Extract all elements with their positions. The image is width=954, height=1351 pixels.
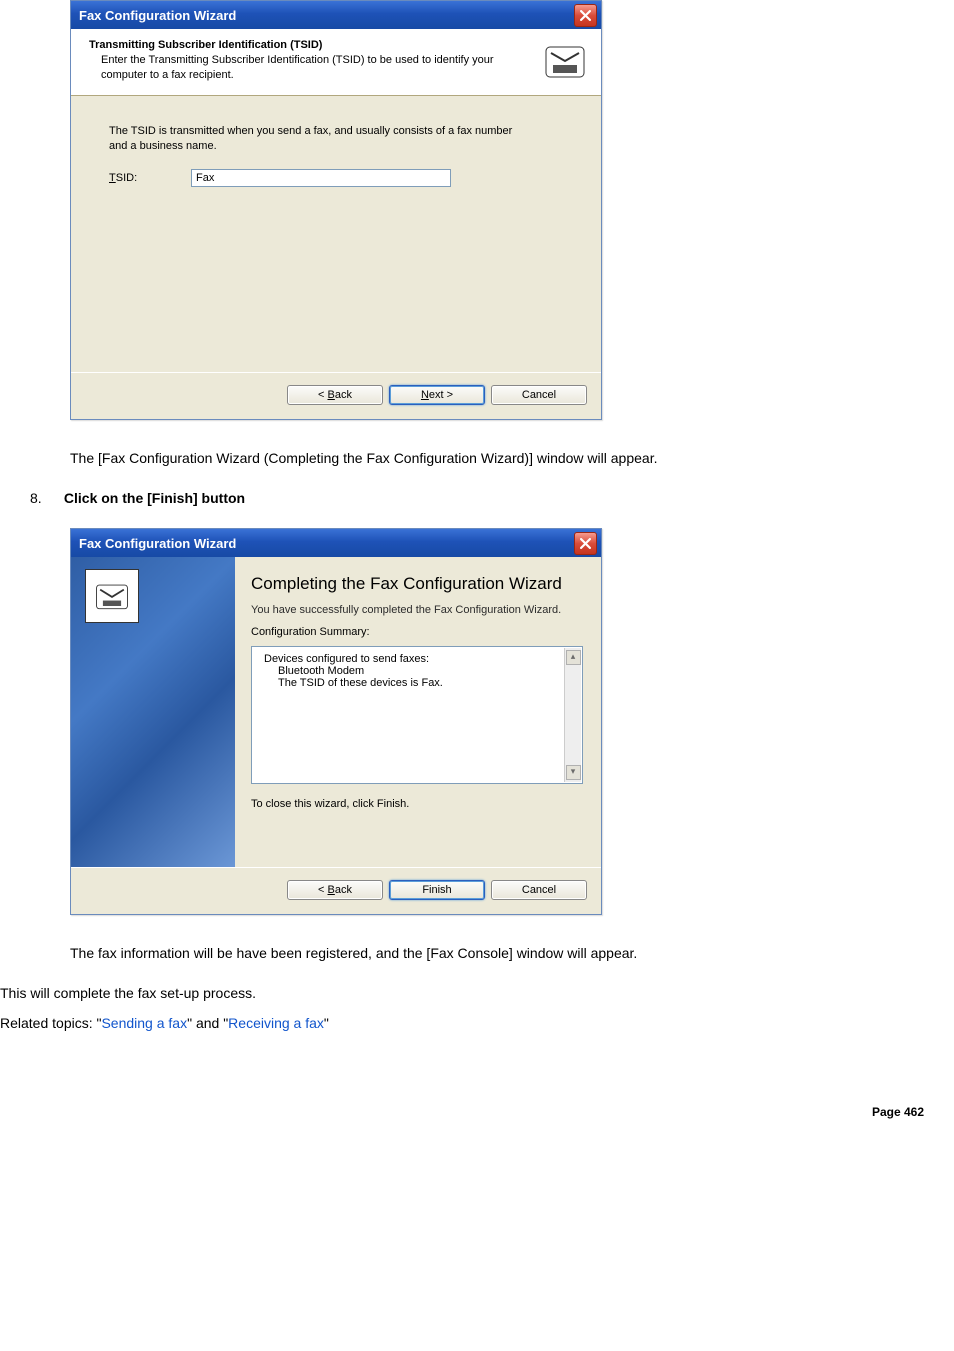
titlebar[interactable]: Fax Configuration Wizard (71, 529, 601, 557)
close-icon[interactable] (574, 4, 597, 27)
close-icon[interactable] (574, 532, 597, 555)
scroll-down-icon[interactable]: ▾ (566, 765, 581, 780)
side-banner (71, 557, 235, 867)
button-row: < Back Next > Cancel (71, 372, 601, 419)
next-button[interactable]: Next > (389, 385, 485, 405)
doc-paragraph-3: This will complete the fax set-up proces… (0, 985, 954, 1001)
step-8: 8. Click on the [Finish] button (30, 490, 954, 506)
link-receiving-fax[interactable]: Receiving a fax (228, 1015, 324, 1031)
close-hint: To close this wizard, click Finish. (251, 798, 583, 810)
scroll-up-icon[interactable]: ▴ (566, 650, 581, 665)
page-number: Page 462 (0, 1045, 954, 1119)
titlebar[interactable]: Fax Configuration Wizard (71, 1, 601, 29)
tsid-label: TSID: (109, 172, 157, 184)
tsid-info-text: The TSID is transmitted when you send a … (109, 124, 529, 155)
doc-paragraph-1: The [Fax Configuration Wizard (Completin… (70, 450, 954, 466)
scrollbar[interactable]: ▴ ▾ (564, 648, 581, 782)
cancel-button[interactable]: Cancel (491, 385, 587, 405)
header-title: Transmitting Subscriber Identification (… (89, 39, 535, 51)
button-row: < Back Finish Cancel (71, 867, 601, 914)
header-subtitle: Enter the Transmitting Subscriber Identi… (89, 53, 535, 83)
finish-button[interactable]: Finish (389, 880, 485, 900)
tsid-input[interactable] (191, 169, 451, 187)
summary-line: The TSID of these devices is Fax. (264, 677, 562, 689)
window-title: Fax Configuration Wizard (79, 8, 236, 23)
related-topics: Related topics: "Sending a fax" and "Rec… (0, 1015, 954, 1031)
fax-icon (85, 569, 139, 623)
summary-line: Bluetooth Modem (264, 665, 562, 677)
completing-heading: Completing the Fax Configuration Wizard (251, 573, 583, 594)
doc-paragraph-2: The fax information will be have been re… (70, 945, 954, 961)
wizard-header: Transmitting Subscriber Identification (… (71, 29, 601, 96)
completing-subhead: You have successfully completed the Fax … (251, 604, 583, 616)
fax-icon (543, 39, 587, 83)
back-button[interactable]: < Back (287, 880, 383, 900)
step-number: 8. (30, 490, 60, 506)
cancel-button[interactable]: Cancel (491, 880, 587, 900)
step-instruction: Click on the [Finish] button (64, 490, 245, 506)
window-title: Fax Configuration Wizard (79, 536, 236, 551)
fax-wizard-complete-dialog: Fax Configuration Wizard Completing the … (70, 528, 602, 915)
fax-wizard-tsid-dialog: Fax Configuration Wizard Transmitting Su… (70, 0, 602, 420)
summary-box: Devices configured to send faxes: Blueto… (251, 646, 583, 784)
link-sending-fax[interactable]: Sending a fax (101, 1015, 187, 1031)
summary-label: Configuration Summary: (251, 626, 583, 638)
back-button[interactable]: < Back (287, 385, 383, 405)
summary-line: Devices configured to send faxes: (264, 653, 562, 665)
